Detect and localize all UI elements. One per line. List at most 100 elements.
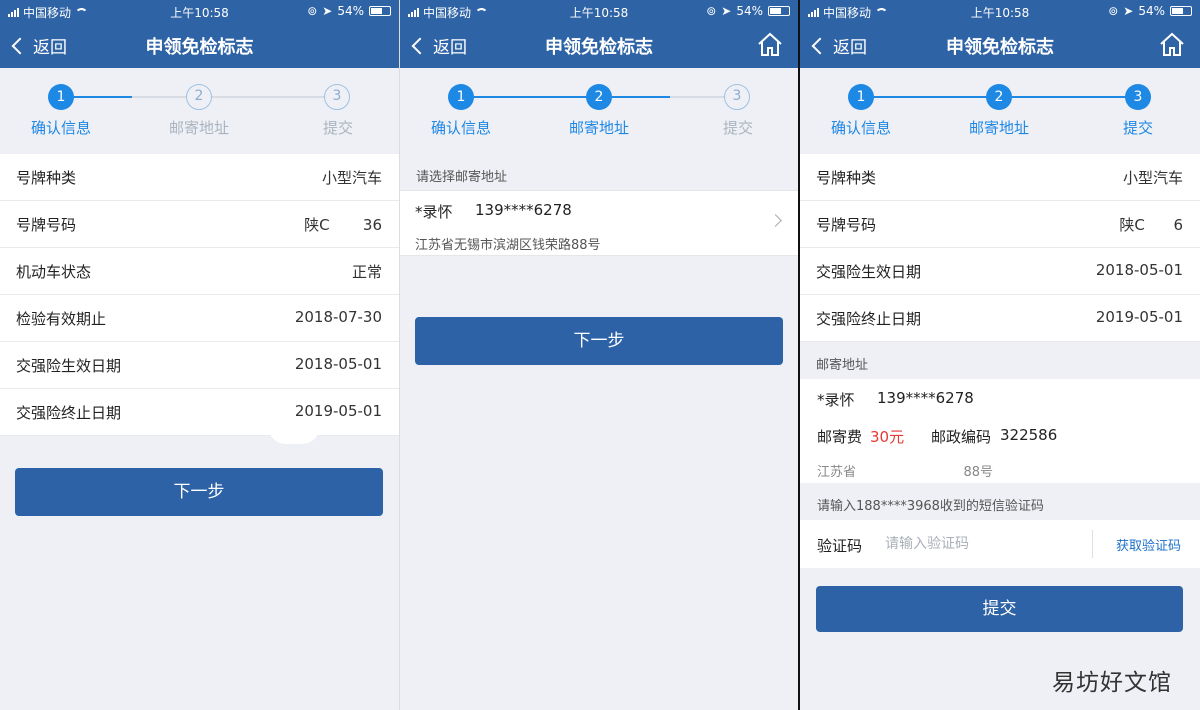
step-connector xyxy=(874,96,1000,98)
step-1-label: 确认信息 xyxy=(30,119,91,137)
row-label: 号牌种类 xyxy=(16,169,77,187)
verify-code-row: 验证码 获取验证码 xyxy=(800,520,1200,568)
step-1-label: 确认信息 xyxy=(830,119,891,137)
rotation-lock-icon: ⊚ xyxy=(307,4,318,18)
recipient-name: *录怀 xyxy=(415,203,453,221)
verify-code-input[interactable] xyxy=(885,532,1085,556)
address-item[interactable]: *录怀 139****6278 江苏省无锡市滨湖区钱荣路88号 xyxy=(400,190,798,256)
recipient-phone: 139****6278 xyxy=(877,389,974,407)
step-connector xyxy=(74,96,132,98)
row-value: 小型汽车 xyxy=(321,169,382,187)
divider xyxy=(1092,530,1093,558)
page-title: 申领免检标志 xyxy=(946,37,1054,58)
step-2-circle: 2 xyxy=(986,84,1012,110)
step-connector xyxy=(612,96,670,98)
status-bar: 中国移动 上午10:58 ⊚ ➤ 54% xyxy=(400,0,798,22)
row-value: 陕C 36 xyxy=(304,216,382,234)
stepper: 1 2 3 确认信息 邮寄地址 提交 xyxy=(400,68,798,154)
screen-mail-address: 中国移动 上午10:58 ⊚ ➤ 54% 返回 申领免检标志 1 2 3 确认信… xyxy=(400,0,798,710)
nav-bar: 返回 申领免检标志 xyxy=(800,22,1200,68)
row-label: 号牌种类 xyxy=(816,169,877,187)
screen-submit: 中国移动 上午10:58 ⊚ ➤ 54% 返回 申领免检标志 1 2 3 确认信… xyxy=(800,0,1200,710)
stepper: 1 2 3 确认信息 邮寄地址 提交 xyxy=(0,68,399,154)
list-item: 交强险生效日期 2018-05-01 xyxy=(0,342,399,389)
row-label: 检验有效期止 xyxy=(16,310,107,328)
step-connector xyxy=(1012,96,1138,98)
step-2-circle: 2 xyxy=(186,84,212,110)
next-button[interactable]: 下一步 xyxy=(415,317,783,365)
app-header: 中国移动 上午10:58 ⊚ ➤ 54% 返回 申领免检标志 xyxy=(800,0,1200,68)
location-icon: ➤ xyxy=(721,4,732,18)
address-partial: 江苏省 88号 xyxy=(817,465,993,480)
list-item: 检验有效期止 2018-07-30 xyxy=(0,295,399,342)
list-item: 交强险终止日期 2019-05-01 xyxy=(0,389,399,436)
list-item: 号牌种类 小型汽车 xyxy=(0,154,399,201)
submit-button[interactable]: 提交 xyxy=(816,586,1183,632)
battery-icon xyxy=(1170,6,1192,16)
home-icon[interactable] xyxy=(1158,30,1186,58)
get-code-button[interactable]: 获取验证码 xyxy=(1116,535,1181,554)
row-value: 2018-05-01 xyxy=(294,355,382,373)
location-icon: ➤ xyxy=(1123,4,1134,18)
status-bar: 中国移动 上午10:58 ⊚ ➤ 54% xyxy=(0,0,399,22)
recipient-phone: 139****6278 xyxy=(475,201,572,219)
redaction-mark xyxy=(268,426,320,444)
section-label: 邮寄地址 xyxy=(816,358,869,373)
fee-value: 30元 xyxy=(870,428,905,446)
row-value: 正常 xyxy=(351,263,382,281)
step-3-circle: 3 xyxy=(1125,84,1151,110)
list-item: 号牌号码 陕C 6 xyxy=(800,201,1200,248)
row-value: 小型汽车 xyxy=(1122,169,1183,187)
postcode-value: 322586 xyxy=(1000,426,1058,444)
battery-percent: 54% xyxy=(1138,4,1165,18)
step-3-label: 提交 xyxy=(722,119,753,137)
section-label: 请选择邮寄地址 xyxy=(416,170,508,185)
stepper: 1 2 3 确认信息 邮寄地址 提交 xyxy=(800,68,1200,154)
status-bar: 中国移动 上午10:58 ⊚ ➤ 54% xyxy=(800,0,1200,22)
row-label: 交强险终止日期 xyxy=(816,310,922,328)
list-item: 号牌种类 小型汽车 xyxy=(800,154,1200,201)
battery-percent: 54% xyxy=(337,4,364,18)
row-value: 陕C 6 xyxy=(1119,216,1183,234)
step-2-label: 邮寄地址 xyxy=(568,119,629,137)
row-label: 交强险生效日期 xyxy=(816,263,922,281)
row-value: 2018-05-01 xyxy=(1095,261,1183,279)
step-connector xyxy=(132,96,186,98)
step-connector xyxy=(474,96,600,98)
home-icon[interactable] xyxy=(756,30,784,58)
page-title: 申领免检标志 xyxy=(145,37,254,58)
app-header: 中国移动 上午10:58 ⊚ ➤ 54% 返回 申领免检标志 xyxy=(0,0,399,68)
row-value: 2019-05-01 xyxy=(1095,308,1183,326)
address-detail: 江苏省无锡市滨湖区钱荣路88号 xyxy=(415,238,601,253)
app-header: 中国移动 上午10:58 ⊚ ➤ 54% 返回 申领免检标志 xyxy=(400,0,798,68)
vehicle-info-list: 号牌种类 小型汽车 号牌号码 陕C 36 机动车状态 正常 检验有效期止 2018-07… xyxy=(0,154,399,436)
row-value: 2019-05-01 xyxy=(294,402,382,420)
nav-bar: 返回 申领免检标志 xyxy=(400,22,798,68)
step-1-circle: 1 xyxy=(448,84,474,110)
row-label: 交强险终止日期 xyxy=(16,404,122,422)
status-right: ⊚ ➤ 54% xyxy=(706,4,790,18)
row-label: 机动车状态 xyxy=(16,263,92,281)
list-item: 机动车状态 正常 xyxy=(0,248,399,295)
row-value: 2018-07-30 xyxy=(294,308,382,326)
chevron-right-icon xyxy=(769,214,782,227)
screen-confirm-info: 中国移动 上午10:58 ⊚ ➤ 54% 返回 申领免检标志 1 2 3 确认信… xyxy=(0,0,399,710)
mail-info: *录怀 139****6278 邮寄费 30元 邮政编码 322586 江苏省 … xyxy=(800,379,1200,483)
step-2-circle: 2 xyxy=(586,84,612,110)
list-item: 交强险终止日期 2019-05-01 xyxy=(800,295,1200,342)
battery-percent: 54% xyxy=(736,4,763,18)
next-button[interactable]: 下一步 xyxy=(15,468,383,516)
step-3-label: 提交 xyxy=(1122,119,1153,137)
step-1-label: 确认信息 xyxy=(430,119,491,137)
location-icon: ➤ xyxy=(322,4,333,18)
rotation-lock-icon: ⊚ xyxy=(706,4,717,18)
code-label: 验证码 xyxy=(817,537,863,555)
recipient-name: *录怀 xyxy=(817,391,855,409)
step-3-circle: 3 xyxy=(324,84,350,110)
status-right: ⊚ ➤ 54% xyxy=(307,4,391,18)
step-1-circle: 1 xyxy=(848,84,874,110)
nav-bar: 返回 申领免检标志 xyxy=(0,22,399,68)
step-2-label: 邮寄地址 xyxy=(168,119,229,137)
status-right: ⊚ ➤ 54% xyxy=(1108,4,1192,18)
sms-hint: 请输入188****3968收到的短信验证码 xyxy=(817,499,1044,514)
